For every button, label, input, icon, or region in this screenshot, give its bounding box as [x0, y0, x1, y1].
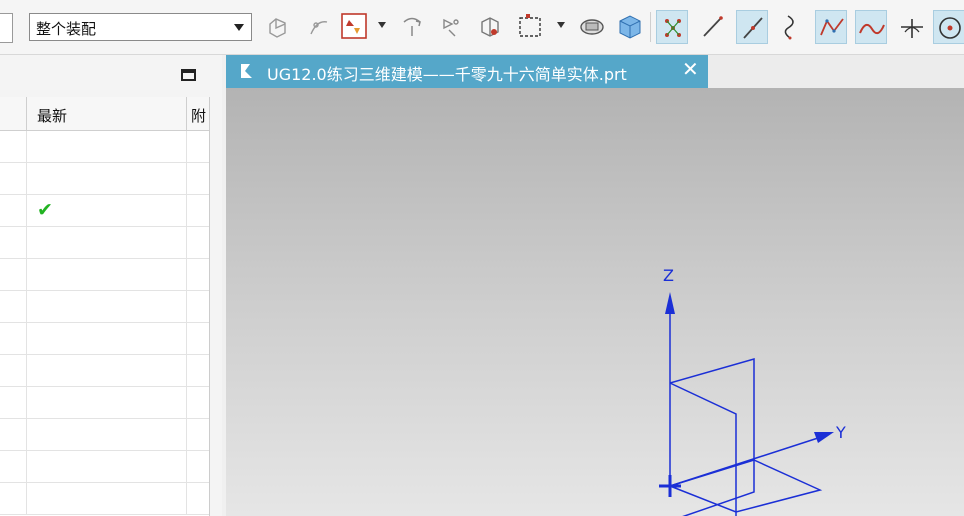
table-row[interactable]: [0, 323, 209, 355]
document-tab-bar: UG12.0练习三维建模——千零九十六简单实体.prt ✕: [226, 55, 964, 88]
document-tab[interactable]: UG12.0练习三维建模——千零九十六简单实体.prt ✕: [226, 55, 708, 88]
assembly-scope-value: 整个装配: [36, 20, 97, 38]
selection-filter-icon[interactable]: [338, 10, 370, 44]
row-divider: [186, 195, 187, 226]
row-divider: [26, 259, 27, 290]
rotate-view-icon[interactable]: [396, 10, 428, 44]
curve-icon[interactable]: [776, 10, 808, 44]
line-icon[interactable]: [696, 10, 728, 44]
filter-dropdown-arrow-icon[interactable]: [378, 22, 386, 28]
row-divider: [26, 451, 27, 482]
maximize-icon[interactable]: [181, 69, 196, 81]
assembly-scope-select[interactable]: 整个装配: [29, 13, 252, 41]
origin-marker-icon: [659, 475, 681, 497]
view-orient-icon[interactable]: [474, 10, 506, 44]
z-arrow-icon: [665, 292, 675, 314]
row-divider: [26, 131, 27, 162]
xy-plane: [667, 459, 823, 513]
table-row[interactable]: [0, 227, 209, 259]
toolbar-separator: [650, 12, 651, 42]
row-divider: [186, 451, 187, 482]
row-divider: [186, 355, 187, 386]
row-divider: [186, 291, 187, 322]
row-divider: [186, 163, 187, 194]
3d-viewport[interactable]: Z Y: [226, 88, 964, 516]
row-divider: [186, 259, 187, 290]
shaded-cube-icon[interactable]: [614, 10, 646, 44]
line-endpoints-icon[interactable]: [736, 10, 768, 44]
column-header-name[interactable]: [0, 97, 27, 130]
row-divider: [186, 387, 187, 418]
snap-ghost-icon[interactable]: [262, 10, 294, 44]
table-row[interactable]: [0, 163, 209, 195]
row-divider: [26, 387, 27, 418]
check-icon: ✔: [37, 199, 53, 221]
polyline-icon[interactable]: [815, 10, 847, 44]
column-header-latest[interactable]: 最新: [27, 97, 187, 130]
row-divider: [186, 323, 187, 354]
row-divider: [186, 131, 187, 162]
table-header: 最新 附: [0, 97, 209, 131]
table-row[interactable]: ✔: [0, 195, 209, 227]
table-row[interactable]: [0, 131, 209, 163]
nx-logo-icon: [241, 64, 252, 78]
close-icon[interactable]: ✕: [682, 57, 699, 81]
row-divider: [26, 291, 27, 322]
part-navigator-panel: 最新 附 ✔: [0, 55, 222, 516]
graphics-window: UG12.0练习三维建模——千零九十六简单实体.prt ✕ Z Y: [226, 55, 964, 516]
spline-icon[interactable]: [855, 10, 887, 44]
render-style-icon[interactable]: [576, 10, 608, 44]
z-axis-label: Z: [663, 266, 674, 285]
y-axis-label: Y: [835, 423, 846, 442]
row-divider: [26, 227, 27, 258]
row-divider: [186, 419, 187, 450]
intersection-icon[interactable]: [896, 10, 928, 44]
row-divider: [186, 227, 187, 258]
table-row[interactable]: [0, 483, 209, 515]
row-divider: [26, 323, 27, 354]
row-divider: [26, 419, 27, 450]
table-row[interactable]: [0, 419, 209, 451]
navigator-table: 最新 附 ✔: [0, 97, 210, 516]
row-divider: [26, 163, 27, 194]
table-row[interactable]: [0, 259, 209, 291]
move-component-icon[interactable]: [434, 10, 466, 44]
box-select-dropdown-arrow-icon[interactable]: [557, 22, 565, 28]
chevron-down-icon: [234, 24, 244, 31]
box-select-icon[interactable]: [514, 10, 546, 44]
previous-dropdown-stub[interactable]: [0, 13, 13, 43]
snap-points-icon[interactable]: [656, 10, 688, 44]
table-row[interactable]: [0, 451, 209, 483]
document-tab-title: UG12.0练习三维建模——千零九十六简单实体.prt: [267, 65, 627, 84]
row-divider: [26, 355, 27, 386]
table-row[interactable]: [0, 291, 209, 323]
yz-plane: [669, 382, 737, 516]
y-arrow-icon: [814, 432, 834, 443]
xz-plane: [669, 358, 755, 516]
datum-csys: Z Y: [659, 266, 846, 516]
main-toolbar: 整个装配: [0, 0, 964, 55]
row-divider: [26, 483, 27, 514]
point-on-curve-icon[interactable]: [302, 10, 334, 44]
row-divider: [26, 195, 27, 226]
row-divider: [186, 483, 187, 514]
point-icon[interactable]: [933, 10, 964, 44]
table-row[interactable]: [0, 355, 209, 387]
table-row[interactable]: [0, 387, 209, 419]
